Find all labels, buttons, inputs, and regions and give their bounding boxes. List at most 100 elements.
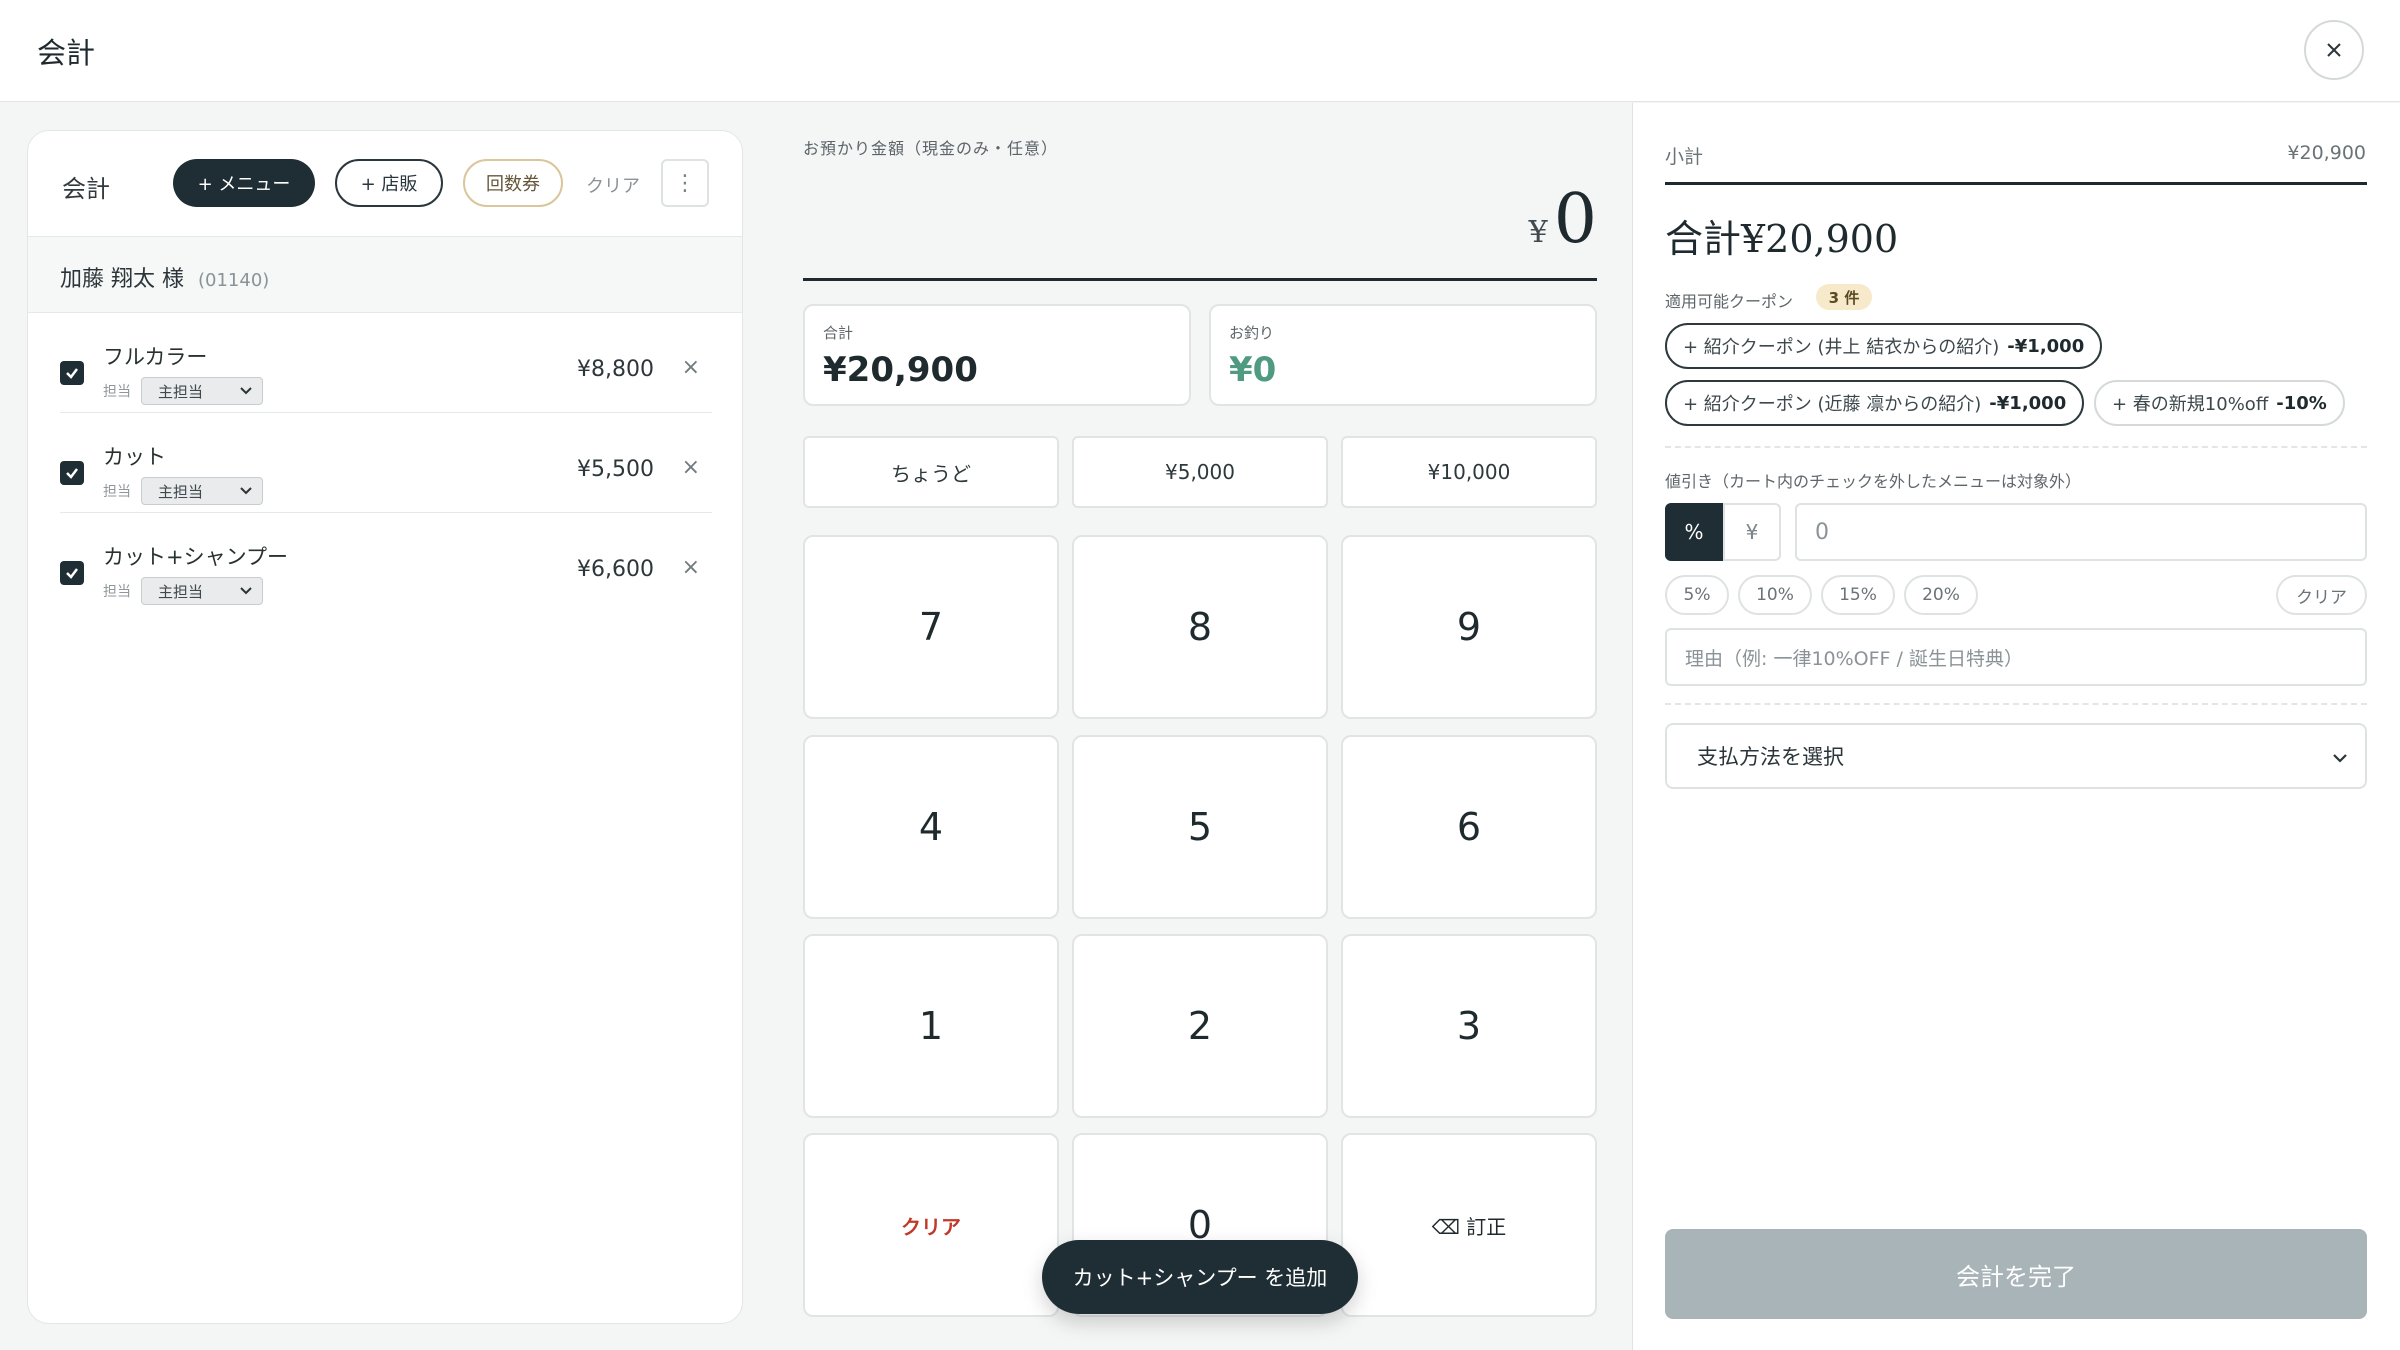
coupon-spring-new[interactable]: + 春の新規10%off -10% — [2094, 380, 2345, 426]
staff-label: 担当 — [103, 384, 131, 400]
coupon-text: + 紹介クーポン (近藤 凛からの紹介) — [1683, 394, 1982, 415]
added-toast: カット+シャンプー を追加 — [1042, 1240, 1358, 1314]
close-icon: × — [681, 355, 700, 380]
kebab-icon: ⋮ — [674, 170, 696, 196]
close-icon — [2327, 43, 2341, 57]
change-box: お釣り ¥0 — [1209, 304, 1597, 406]
key-9[interactable]: 9 — [1341, 535, 1597, 719]
payment-method-select[interactable]: 支払方法を選択 — [1665, 723, 2367, 789]
chevron-down-icon — [240, 487, 252, 495]
key-8[interactable]: 8 — [1072, 535, 1328, 719]
discount-chip-15[interactable]: 15% — [1821, 575, 1895, 615]
key-7[interactable]: 7 — [803, 535, 1059, 719]
more-options-button[interactable]: ⋮ — [661, 159, 709, 207]
remove-item-button[interactable]: × — [682, 355, 700, 380]
close-icon: × — [681, 455, 700, 480]
cart-clear-link[interactable]: クリア — [586, 172, 640, 198]
item-checkbox[interactable] — [60, 461, 84, 485]
discount-mode-yen[interactable]: ¥ — [1723, 503, 1781, 561]
key-2[interactable]: 2 — [1072, 934, 1328, 1118]
exact-amount-button[interactable]: ちょうど — [803, 436, 1059, 508]
amount-underline — [803, 278, 1597, 281]
key-6[interactable]: 6 — [1341, 735, 1597, 919]
total-label: 合計 — [823, 324, 854, 342]
customer-row: 加藤 翔太 様 (01140) — [28, 237, 742, 313]
subtotal-label: 小計 — [1665, 146, 1704, 168]
remove-item-button[interactable]: × — [682, 455, 700, 480]
discount-chip-5[interactable]: 5% — [1665, 575, 1729, 615]
coupon-value: -¥1,000 — [2007, 335, 2085, 357]
customer-name-line: 加藤 翔太 様 (01140) — [60, 261, 269, 293]
coupon-count-badge: 3 件 — [1816, 284, 1872, 310]
cart-item: カット 担当 主担当 ¥5,500 × — [28, 413, 742, 513]
key-1[interactable]: 1 — [803, 934, 1059, 1118]
coupon-label: 適用可能クーポン — [1665, 292, 1794, 311]
key-4[interactable]: 4 — [803, 735, 1059, 919]
payment-method-value: 支払方法を選択 — [1697, 745, 1844, 769]
add-retail-button[interactable]: + 店販 — [335, 159, 443, 207]
discount-input[interactable]: 0 — [1795, 503, 2367, 561]
staff-label: 担当 — [103, 484, 131, 500]
item-price: ¥5,500 — [577, 457, 654, 482]
chevron-down-icon — [2333, 754, 2347, 763]
staff-label: 担当 — [103, 584, 131, 600]
add-menu-button[interactable]: + メニュー — [173, 159, 315, 207]
remove-item-button[interactable]: × — [682, 555, 700, 580]
grand-total: 合計¥20,900 — [1665, 217, 1899, 261]
divider — [1665, 703, 2367, 705]
staff-value: 主担当 — [158, 482, 204, 501]
coupon-value: -¥1,000 — [1989, 392, 2067, 414]
item-name: フルカラー — [103, 345, 208, 369]
discount-reason-input[interactable]: 理由（例: 一律10%OFF / 誕生日特典） — [1665, 628, 2367, 686]
item-checkbox[interactable] — [60, 561, 84, 585]
complete-checkout-button[interactable]: 会計を完了 — [1665, 1229, 2367, 1319]
check-icon — [66, 468, 78, 479]
staff-select[interactable]: 主担当 — [141, 577, 263, 605]
change-value: ¥0 — [1229, 350, 1277, 390]
check-icon — [66, 568, 78, 579]
discount-chip-10[interactable]: 10% — [1738, 575, 1812, 615]
subtotal-value: ¥20,900 — [2287, 142, 2366, 164]
coupon-referral-inoue[interactable]: + 紹介クーポン (井上 結衣からの紹介) -¥1,000 — [1665, 323, 2103, 369]
key-clear[interactable]: クリア — [803, 1133, 1059, 1317]
staff-select[interactable]: 主担当 — [141, 377, 263, 405]
close-button[interactable] — [2304, 20, 2364, 80]
coupon-value: -10% — [2276, 392, 2327, 414]
quick-10000-button[interactable]: ¥10,000 — [1341, 436, 1597, 508]
total-value: ¥20,900 — [823, 350, 978, 390]
currency-symbol: ¥ — [1528, 215, 1548, 250]
cart-header: 会計 + メニュー + 店販 回数券 クリア ⋮ — [28, 131, 742, 237]
chevron-down-icon — [240, 587, 252, 595]
quick-5000-button[interactable]: ¥5,000 — [1072, 436, 1328, 508]
chevron-down-icon — [240, 387, 252, 395]
item-price: ¥8,800 — [577, 357, 654, 382]
staff-value: 主担当 — [158, 382, 204, 401]
divider — [1665, 446, 2367, 448]
discount-chip-20[interactable]: 20% — [1904, 575, 1978, 615]
coupon-text: + 紹介クーポン (井上 結衣からの紹介) — [1683, 337, 2000, 358]
customer-number: (01140) — [198, 270, 270, 291]
key-backspace[interactable]: ⌫ 訂正 — [1341, 1133, 1597, 1317]
cart-item: カット+シャンプー 担当 主担当 ¥6,600 × — [28, 513, 742, 613]
item-name: カット — [103, 445, 166, 469]
subtotal-underline — [1665, 182, 2367, 185]
discount-clear-button[interactable]: クリア — [2276, 575, 2367, 615]
page-title: 会計 — [37, 36, 96, 70]
cart-label: 会計 — [62, 175, 110, 203]
deposit-label: お預かり金額（現金のみ・任意） — [803, 139, 1059, 158]
key-5[interactable]: 5 — [1072, 735, 1328, 919]
cart-panel: 会計 + メニュー + 店販 回数券 クリア ⋮ 加藤 翔太 様 (01140) … — [27, 130, 743, 1324]
coupon-referral-kondo[interactable]: + 紹介クーポン (近藤 凛からの紹介) -¥1,000 — [1665, 380, 2085, 426]
deposit-value: 0 — [1553, 180, 1597, 259]
staff-select[interactable]: 主担当 — [141, 477, 263, 505]
item-checkbox[interactable] — [60, 361, 84, 385]
ticket-button[interactable]: 回数券 — [463, 159, 563, 207]
discount-label: 値引き（カート内のチェックを外したメニューは対象外） — [1665, 472, 2082, 491]
staff-value: 主担当 — [158, 582, 204, 601]
deposit-amount-display: ¥0 — [803, 180, 1597, 280]
discount-mode-percent[interactable]: % — [1665, 503, 1723, 561]
item-price: ¥6,600 — [577, 557, 654, 582]
key-3[interactable]: 3 — [1341, 934, 1597, 1118]
coupon-text: + 春の新規10%off — [2112, 394, 2269, 415]
total-box: 合計 ¥20,900 — [803, 304, 1191, 406]
